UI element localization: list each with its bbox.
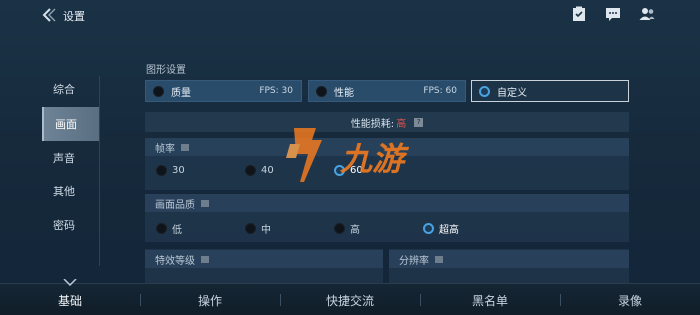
- sidebar-item-general[interactable]: 综合: [42, 72, 100, 106]
- option-label: 超高: [439, 225, 459, 236]
- friends-icon[interactable]: [638, 6, 656, 22]
- info-tag-icon: [201, 199, 209, 207]
- framerate-option-40[interactable]: 40: [245, 165, 274, 176]
- option-label: 40: [261, 165, 274, 176]
- framerate-label: 帧率: [155, 143, 175, 155]
- tab-basic[interactable]: 基础: [0, 284, 140, 315]
- jiuyou-watermark-logo: 九游: [286, 128, 410, 182]
- tab-quick-chat[interactable]: 快捷交流: [280, 284, 420, 315]
- radio-selected-icon: [423, 223, 434, 234]
- radio-icon: [245, 165, 256, 176]
- tab-label: 操作: [197, 293, 222, 308]
- tab-controls[interactable]: 操作: [140, 284, 280, 315]
- tab-replay[interactable]: 录像: [560, 284, 700, 315]
- mode-quality-button[interactable]: 质量 FPS: 30: [145, 80, 302, 102]
- effects-label: 特效等级: [155, 255, 195, 267]
- quality-option-high[interactable]: 高: [334, 221, 360, 236]
- sidebar-divider: [99, 76, 100, 266]
- radio-icon: [153, 85, 164, 97]
- sidebar-item-label: 画面: [55, 118, 77, 131]
- fps-label: FPS: 60: [423, 86, 457, 96]
- tab-blacklist[interactable]: 黑名单: [420, 284, 560, 315]
- radio-icon: [245, 223, 256, 234]
- framerate-option-30[interactable]: 30: [156, 165, 185, 176]
- back-arrow-icon[interactable]: [40, 7, 58, 23]
- effects-header: 特效等级: [145, 250, 383, 268]
- bottom-tab-bar: 基础 操作 快捷交流 黑名单 录像: [0, 283, 700, 315]
- info-tag-icon: [201, 255, 209, 263]
- mode-performance-button[interactable]: 性能 FPS: 60: [308, 80, 466, 102]
- checklist-icon[interactable]: [570, 6, 588, 22]
- sidebar-item-other[interactable]: 其他: [42, 174, 100, 208]
- quality-option-low[interactable]: 低: [156, 221, 182, 236]
- sidebar-item-sound[interactable]: 声音: [42, 141, 100, 175]
- mode-label: 质量: [171, 87, 191, 99]
- radio-selected-icon: [479, 85, 490, 97]
- option-label: 高: [350, 225, 360, 236]
- radio-icon: [156, 223, 167, 234]
- info-tag-icon: [181, 143, 189, 151]
- page-title: 设置: [63, 10, 85, 23]
- chat-icon[interactable]: [604, 6, 622, 22]
- mode-label: 性能: [334, 87, 354, 99]
- resolution-label: 分辨率: [399, 255, 429, 267]
- option-label: 低: [172, 225, 182, 236]
- sidebar-item-label: 综合: [53, 83, 75, 96]
- mode-custom-button[interactable]: 自定义: [471, 80, 629, 102]
- tab-label: 快捷交流: [325, 293, 374, 308]
- top-bar: 设置: [0, 0, 700, 30]
- radio-icon: [316, 85, 327, 97]
- resolution-header: 分辨率: [389, 250, 629, 268]
- sidebar-item-label: 密码: [53, 219, 75, 232]
- quality-option-ultra[interactable]: 超高: [423, 221, 459, 236]
- sidebar-item-display[interactable]: 画面: [42, 107, 100, 141]
- option-label: 中: [261, 225, 271, 236]
- option-label: 30: [172, 165, 185, 176]
- sidebar-item-label: 其他: [53, 185, 75, 198]
- quality-header: 画面品质: [145, 194, 629, 212]
- svg-text:九游: 九游: [339, 140, 410, 178]
- graphics-section-label: 图形设置: [146, 65, 186, 76]
- radio-icon: [334, 223, 345, 234]
- active-tab-indicator-icon: [63, 279, 77, 286]
- tab-label: 录像: [617, 293, 642, 308]
- tab-label: 基础: [57, 293, 82, 308]
- radio-icon: [156, 165, 167, 176]
- fps-label: FPS: 30: [259, 86, 293, 96]
- info-tag-icon: [435, 255, 443, 263]
- tab-label: 黑名单: [471, 293, 508, 308]
- mode-label: 自定义: [497, 87, 527, 99]
- sidebar-item-password[interactable]: 密码: [42, 208, 100, 242]
- sidebar-item-label: 声音: [53, 152, 75, 165]
- quality-label: 画面品质: [155, 199, 195, 211]
- quality-option-medium[interactable]: 中: [245, 221, 271, 236]
